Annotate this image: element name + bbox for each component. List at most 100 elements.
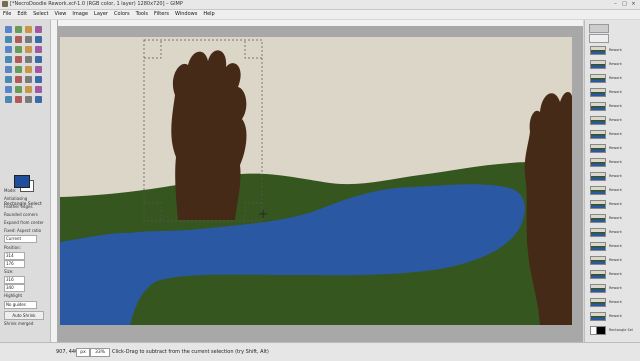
fixed-dropdown[interactable]: Current — [4, 235, 37, 243]
zoom-dropdown[interactable]: 33% — [90, 348, 110, 357]
color-picker-icon[interactable] — [35, 36, 42, 43]
layer-row[interactable]: Rework — [587, 186, 639, 195]
image-canvas[interactable] — [60, 37, 572, 325]
menu-colors[interactable]: Colors — [111, 10, 133, 19]
expand-checkbox[interactable]: Expand from center — [4, 220, 44, 225]
zoom-icon[interactable] — [5, 46, 12, 53]
menu-filters[interactable]: Filters — [151, 10, 172, 19]
layers-dock: Rework Rework Rework Rework Rework Rework Rewo… — [584, 20, 640, 342]
scissors-icon[interactable] — [5, 36, 12, 43]
text-icon[interactable] — [5, 76, 12, 83]
layer-row[interactable]: Rework — [587, 46, 639, 55]
menu-windows[interactable]: Windows — [172, 10, 200, 19]
layer-thumbnail — [590, 144, 606, 153]
pencil-icon[interactable] — [35, 76, 42, 83]
rounded-checkbox[interactable]: Rounded corners — [4, 212, 38, 217]
layer-row[interactable]: Rework — [587, 200, 639, 209]
layer-row[interactable]: Rework — [587, 102, 639, 111]
airbrush-icon[interactable] — [25, 86, 32, 93]
shear-icon[interactable] — [35, 56, 42, 63]
guides-dropdown[interactable]: No guides — [4, 301, 37, 309]
layer-row[interactable]: Rework — [587, 116, 639, 125]
layer-name: Rework — [609, 272, 622, 276]
eraser-icon[interactable] — [15, 86, 22, 93]
antialiasing-checkbox[interactable]: Antialiasing — [4, 196, 27, 201]
menu-image[interactable]: Image — [69, 10, 91, 19]
auto-shrink-button[interactable]: Auto Shrink — [4, 311, 44, 320]
grid-icon[interactable] — [589, 24, 609, 33]
layer-row[interactable]: Rework — [587, 256, 639, 265]
cage-icon[interactable] — [25, 66, 32, 73]
minimize-button[interactable]: – — [611, 1, 620, 7]
rotate-icon[interactable] — [15, 56, 22, 63]
layer-row[interactable]: Rework — [587, 172, 639, 181]
size-h-input[interactable]: 340 — [4, 284, 25, 292]
layer-row[interactable]: Rework — [587, 284, 639, 293]
foreground-select-icon[interactable] — [15, 36, 22, 43]
measure-icon[interactable] — [15, 46, 22, 53]
position-y-input[interactable]: 176 — [4, 260, 25, 268]
layer-thumbnail — [590, 228, 606, 237]
layer-row[interactable]: Rework — [587, 298, 639, 307]
layer-name: Rework — [609, 188, 622, 192]
layer-row[interactable]: Rework — [587, 130, 639, 139]
smudge-icon[interactable] — [25, 96, 32, 103]
layer-thumbnail — [590, 214, 606, 223]
fuzzy-select-icon[interactable] — [35, 26, 42, 33]
scale-icon[interactable] — [25, 56, 32, 63]
ink-icon[interactable] — [35, 86, 42, 93]
close-button[interactable]: × — [629, 1, 638, 7]
heal-icon[interactable] — [15, 96, 22, 103]
horizontal-ruler[interactable] — [51, 20, 583, 27]
layer-row[interactable]: Rework — [587, 74, 639, 83]
highlight-checkbox[interactable]: Highlight — [4, 293, 22, 298]
menu-edit[interactable]: Edit — [14, 10, 30, 19]
layer-row[interactable]: Rework — [587, 88, 639, 97]
menu-tools[interactable]: Tools — [133, 10, 151, 19]
layer-name: Rework — [609, 300, 622, 304]
layer-row[interactable]: Rework — [587, 270, 639, 279]
blend-icon[interactable] — [25, 76, 32, 83]
free-select-icon[interactable] — [25, 26, 32, 33]
menu-help[interactable]: Help — [200, 10, 217, 19]
maximize-button[interactable]: □ — [620, 1, 629, 7]
flip-icon[interactable] — [15, 66, 22, 73]
layer-row[interactable]: Rework — [587, 228, 639, 237]
feather-checkbox[interactable]: Feather edges — [4, 204, 33, 209]
bucket-fill-icon[interactable] — [15, 76, 22, 83]
ellipse-select-icon[interactable] — [15, 26, 22, 33]
paths-icon[interactable] — [25, 36, 32, 43]
move-icon[interactable] — [25, 46, 32, 53]
menu-select[interactable]: Select — [30, 10, 51, 19]
layer-row[interactable]: Rework — [587, 144, 639, 153]
align-icon[interactable] — [35, 46, 42, 53]
position-x-input[interactable]: 314 — [4, 252, 25, 260]
dodge-burn-icon[interactable] — [35, 96, 42, 103]
layer-thumbnail — [590, 270, 606, 279]
layer-row[interactable]: Rework — [587, 60, 639, 69]
shrink-merged-checkbox[interactable]: Shrink merged — [4, 321, 33, 326]
layer-row[interactable]: Rework — [587, 312, 639, 321]
vertical-ruler[interactable] — [51, 20, 58, 342]
menu-layer[interactable]: Layer — [91, 10, 111, 19]
menu-view[interactable]: View — [52, 10, 70, 19]
menu-file[interactable]: File — [0, 10, 14, 19]
layer-row[interactable]: Rework — [587, 158, 639, 167]
layer-row[interactable]: Rework — [587, 242, 639, 251]
perspective-icon[interactable] — [5, 66, 12, 73]
layer-row[interactable]: Rework — [587, 214, 639, 223]
fixed-checkbox[interactable]: Fixed: Aspect ratio — [4, 228, 41, 233]
image-icon[interactable] — [589, 34, 609, 43]
layer-name: Rework — [609, 76, 622, 80]
foreground-color-swatch[interactable] — [14, 175, 30, 188]
layer-row[interactable]: Rectangle Sel — [587, 326, 639, 335]
paintbrush-icon[interactable] — [5, 86, 12, 93]
size-w-input[interactable]: 316 — [4, 276, 25, 284]
position-label: Position: — [4, 245, 21, 250]
unit-dropdown[interactable]: px — [76, 348, 90, 357]
rect-select-icon[interactable] — [5, 26, 12, 33]
crop-icon[interactable] — [5, 56, 12, 63]
layer-thumbnail — [590, 312, 606, 321]
warp-icon[interactable] — [35, 66, 42, 73]
clone-icon[interactable] — [5, 96, 12, 103]
